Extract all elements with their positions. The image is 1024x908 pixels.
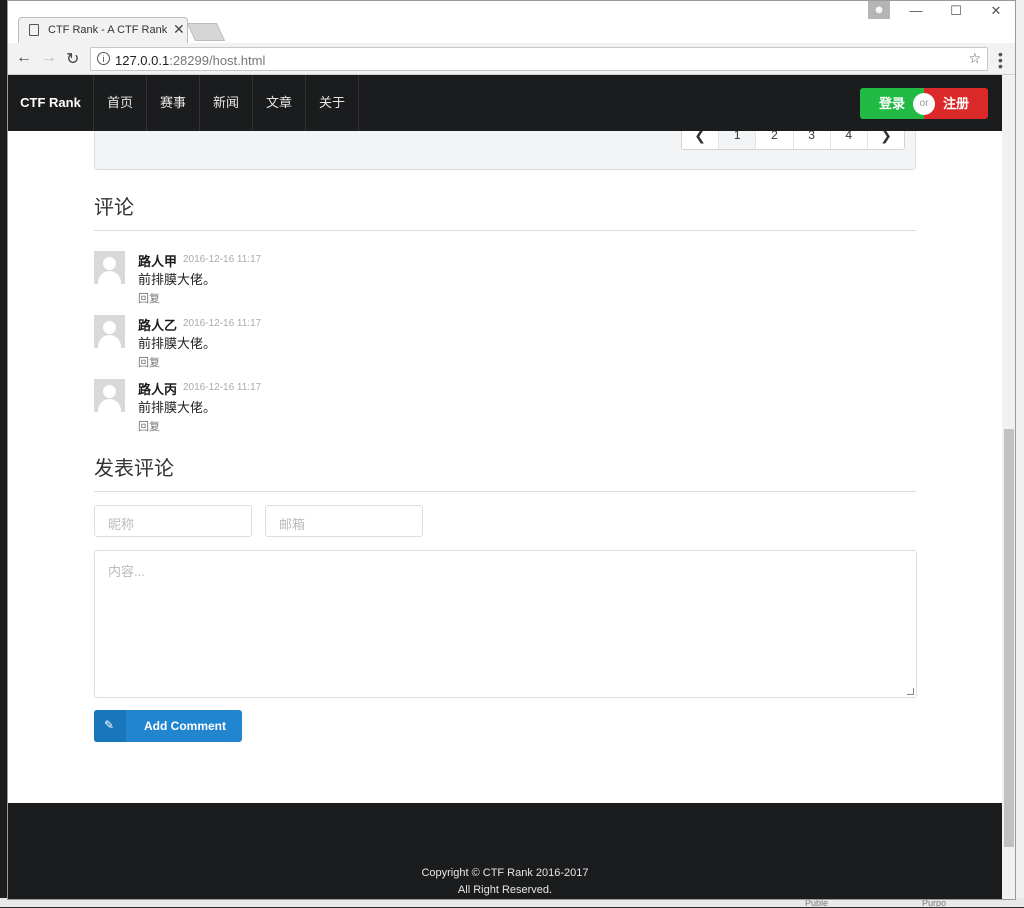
title-bar: CTF Rank - A CTF Rank ✕ ☻ — ☐ ✕ [8,1,1015,43]
site-brand[interactable]: CTF Rank [8,75,94,131]
comment-author[interactable]: 路人丙 [138,379,177,398]
maximize-icon[interactable]: ☐ [941,3,971,19]
comment-date: 2016-12-16 11:17 [183,382,262,393]
reply-link[interactable]: 回复 [138,290,160,306]
tab-title: CTF Rank - A CTF Rank [48,24,168,36]
reply-link[interactable]: 回复 [138,418,160,434]
comment-text: 前排膜大佬。 [138,400,217,415]
comment-item: 路人丙 2016-12-16 11:17 前排膜大佬。 回复 [94,379,694,439]
new-tab-button[interactable] [186,23,226,41]
nav-about[interactable]: 关于 [306,75,359,131]
post-comment-heading: 发表评论 [94,456,174,480]
footer-rights: All Right Reserved. [457,884,553,896]
nav-events[interactable]: 赛事 [147,75,200,131]
divider [94,491,916,492]
comment-item: 路人甲 2016-12-16 11:17 前排膜大佬。 回复 [94,251,694,311]
forward-icon[interactable]: → [41,49,57,67]
site-navbar: CTF Rank 首页 赛事 新闻 文章 关于 登录 注册 or [8,75,1002,131]
comment-item: 路人乙 2016-12-16 11:17 前排膜大佬。 回复 [94,315,694,375]
info-icon[interactable]: i [97,52,110,65]
page-icon [29,24,39,36]
bookmark-star-icon[interactable]: ☆ [968,50,981,67]
resize-handle[interactable] [907,688,914,695]
page-viewport: ❮ 1 2 3 4 ❯ CTF Rank 首页 赛事 新闻 文章 关于 登录 注… [8,75,1002,899]
minimize-icon[interactable]: — [901,3,931,18]
comment-author[interactable]: 路人甲 [138,251,177,270]
site-footer: Copyright © CTF Rank 2016-2017 All Right… [8,803,1002,899]
comment-author[interactable]: 路人乙 [138,315,177,334]
comments-heading: 评论 [94,195,134,219]
address-bar[interactable]: i 127.0.0.1:28299/host.html ☆ [90,47,988,71]
browser-tab[interactable]: CTF Rank - A CTF Rank ✕ [18,17,188,43]
comment-text: 前排膜大佬。 [138,272,217,287]
reload-icon[interactable]: ↻ [66,49,79,69]
close-tab-icon[interactable]: ✕ [173,21,185,38]
add-comment-button[interactable]: ✎ Add Comment [94,710,242,742]
footer-copyright: Copyright © CTF Rank 2016-2017 [421,867,589,879]
divider [94,230,916,231]
page-scrollbar[interactable] [1002,75,1015,899]
add-comment-label: Add Comment [144,719,226,733]
email-input[interactable]: 邮箱 [265,505,423,537]
or-divider: or [913,93,935,115]
comment-text: 前排膜大佬。 [138,336,217,351]
comment-date: 2016-12-16 11:17 [183,254,262,265]
browser-menu-icon[interactable]: • • • [998,47,1003,73]
comment-date: 2016-12-16 11:17 [183,318,262,329]
url-text: 127.0.0.1:28299/host.html [115,53,266,68]
avatar [94,379,125,412]
desktop-right-edge [1015,0,1024,907]
edit-icon: ✎ [94,710,126,742]
content-textarea[interactable]: 内容... [94,550,917,698]
nickname-input[interactable]: 昵称 [94,505,252,537]
browser-toolbar: ← → ↻ i 127.0.0.1:28299/host.html ☆ • • • [8,43,1015,75]
nav-articles[interactable]: 文章 [253,75,306,131]
close-window-icon[interactable]: ✕ [981,3,1011,19]
reply-link[interactable]: 回复 [138,354,160,370]
nav-news[interactable]: 新闻 [200,75,253,131]
avatar [94,315,125,348]
back-icon[interactable]: ← [16,49,32,67]
content-placeholder: 内容... [108,564,145,579]
browser-window: CTF Rank - A CTF Rank ✕ ☻ — ☐ ✕ ← → ↻ i … [7,0,1016,900]
nav-home[interactable]: 首页 [94,75,147,131]
scrollbar-thumb[interactable] [1004,429,1014,847]
user-profile-icon[interactable]: ☻ [868,1,890,19]
avatar [94,251,125,284]
